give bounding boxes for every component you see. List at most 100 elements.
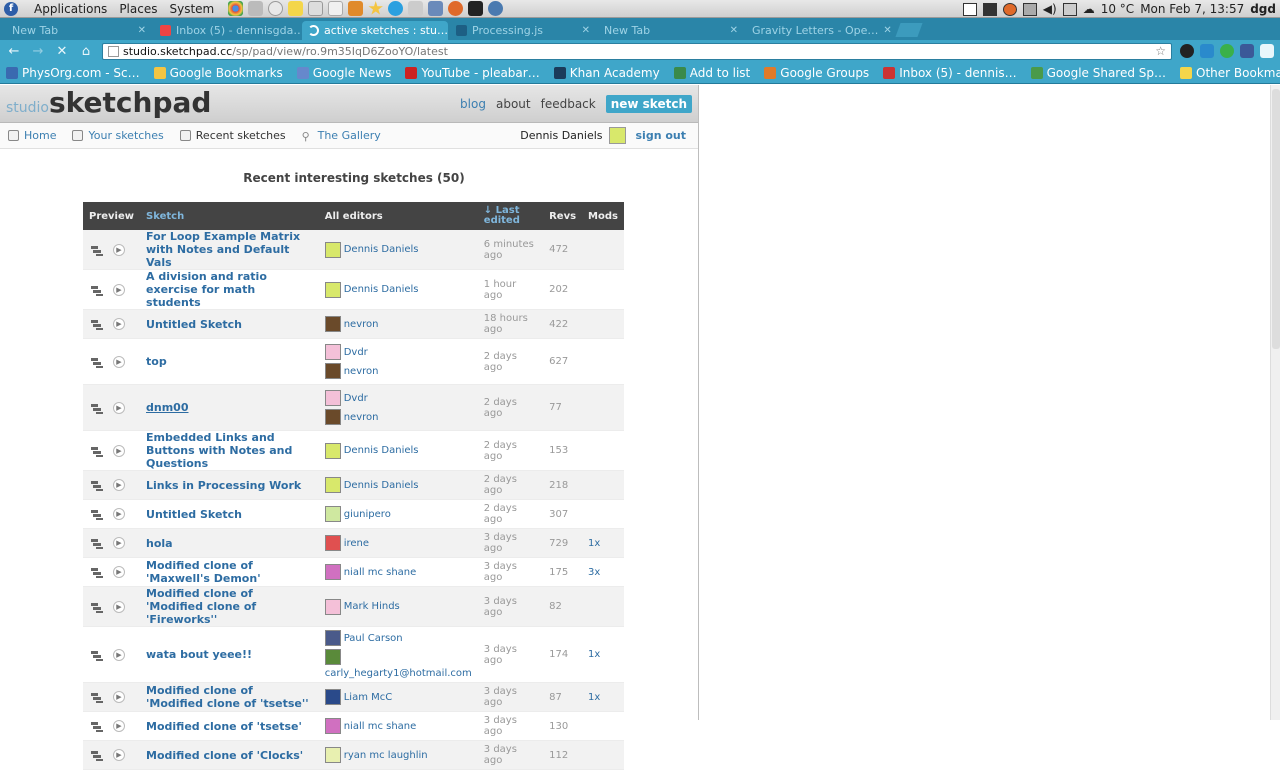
workspace-2-icon[interactable] bbox=[982, 2, 997, 16]
sketch-link[interactable]: Modified clone of 'Maxwell's Demon' bbox=[146, 559, 261, 585]
mods-cell[interactable] bbox=[582, 338, 624, 385]
play-icon[interactable]: ▶ bbox=[113, 444, 125, 457]
text-editor-launcher-icon[interactable] bbox=[308, 1, 324, 16]
feedback-link[interactable]: feedback bbox=[541, 97, 596, 111]
back-arrow-icon[interactable]: ← bbox=[6, 44, 22, 59]
nav-home[interactable]: Home bbox=[8, 129, 56, 142]
table-row[interactable]: ▶ Untitled Sketch giunipero 2 days ago 307 bbox=[83, 499, 624, 529]
distro-logo-icon[interactable]: f bbox=[4, 1, 18, 16]
chrome-launcher-icon[interactable] bbox=[228, 1, 244, 16]
menu-system[interactable]: System bbox=[169, 2, 214, 16]
weather-icon[interactable]: ☁ bbox=[1083, 2, 1095, 16]
facebook-extension-icon[interactable] bbox=[1240, 44, 1254, 58]
table-row[interactable]: ▶ Modified clone of 'Modified clone of 'F… bbox=[83, 586, 624, 627]
blog-link[interactable]: blog bbox=[460, 97, 486, 111]
mods-cell[interactable] bbox=[582, 711, 624, 741]
sketch-fork-icon[interactable] bbox=[89, 565, 105, 579]
bookmark-khan-academy[interactable]: Khan Academy bbox=[553, 66, 660, 80]
col-sketch[interactable]: Sketch bbox=[140, 202, 319, 230]
tab-processingjs[interactable]: Processing.js ✕ bbox=[450, 21, 596, 40]
play-icon[interactable]: ▶ bbox=[113, 691, 125, 703]
battery-icon[interactable] bbox=[1022, 2, 1037, 16]
close-tab-icon[interactable]: ✕ bbox=[730, 25, 738, 36]
play-icon[interactable]: ▶ bbox=[113, 283, 125, 296]
bookmark-youtube[interactable]: YouTube - pleabar… bbox=[405, 66, 540, 80]
mods-cell[interactable] bbox=[582, 499, 624, 529]
tab-new-tab-2[interactable]: New Tab ✕ bbox=[598, 21, 744, 40]
play-icon[interactable]: ▶ bbox=[113, 600, 125, 613]
tab-active-sketches[interactable]: active sketches : stu…✕ bbox=[302, 21, 448, 40]
clock[interactable]: Mon Feb 7, 13:57 bbox=[1140, 2, 1244, 16]
mods-cell[interactable] bbox=[582, 740, 624, 770]
close-tab-icon[interactable]: ✕ bbox=[138, 25, 146, 36]
editor-entry[interactable]: Dennis Daniels bbox=[324, 477, 472, 493]
editor-entry[interactable]: nevron bbox=[324, 363, 472, 379]
bookmark-add-to-list[interactable]: Add to list bbox=[673, 66, 750, 80]
mods-cell[interactable]: 1x bbox=[582, 528, 624, 558]
editor-entry[interactable]: Liam McC bbox=[324, 689, 472, 705]
mods-cell[interactable]: 1x bbox=[582, 682, 624, 712]
skype-launcher-icon[interactable] bbox=[388, 1, 404, 16]
settings-launcher-icon[interactable] bbox=[408, 1, 424, 16]
bookmark-google-news[interactable]: Google News bbox=[296, 66, 391, 80]
mods-cell[interactable] bbox=[582, 430, 624, 471]
mods-cell[interactable] bbox=[582, 384, 624, 431]
mods-cell[interactable]: 3x bbox=[582, 557, 624, 587]
sketch-fork-icon[interactable] bbox=[89, 719, 105, 733]
mods-cell[interactable] bbox=[582, 470, 624, 500]
sketch-fork-icon[interactable] bbox=[89, 748, 105, 762]
sketch-fork-icon[interactable] bbox=[89, 648, 105, 662]
username[interactable]: dgd bbox=[1250, 2, 1276, 16]
table-row[interactable]: ▶ top Dvdr nevron 2 days ago 627 bbox=[83, 338, 624, 385]
nav-your-sketches[interactable]: Your sketches bbox=[72, 129, 164, 142]
wrench-menu-icon[interactable] bbox=[1260, 44, 1274, 58]
editor-entry[interactable]: carly_hegarty1@hotmail.com bbox=[324, 649, 472, 679]
nav-the-gallery[interactable]: ⚲ The Gallery bbox=[302, 129, 381, 143]
terminal-launcher-icon[interactable] bbox=[468, 1, 484, 16]
table-row[interactable]: ▶ Modified clone of 'tsetse' niall mc shan… bbox=[83, 711, 624, 741]
editor-entry[interactable]: irene bbox=[324, 535, 472, 551]
extension-sync-icon[interactable] bbox=[1220, 44, 1234, 58]
editor-entry[interactable]: niall mc shane bbox=[324, 718, 472, 734]
new-sketch-button[interactable]: new sketch bbox=[605, 95, 692, 113]
table-row[interactable]: ▶ Modified clone of 'Modified clone of 't… bbox=[83, 682, 624, 712]
bookmark-inbox[interactable]: Inbox (5) - dennis… bbox=[883, 66, 1017, 80]
tab-gravity-letters[interactable]: Gravity Letters - Ope… ✕ bbox=[746, 21, 892, 40]
scrollbar-thumb[interactable] bbox=[1272, 89, 1280, 349]
sketch-fork-icon[interactable] bbox=[89, 478, 105, 492]
sketch-link[interactable]: wata bout yeee!! bbox=[146, 648, 252, 661]
play-icon[interactable]: ▶ bbox=[113, 508, 125, 520]
mods-cell[interactable] bbox=[582, 309, 624, 339]
sketch-fork-icon[interactable] bbox=[89, 444, 105, 458]
home-icon[interactable]: ⌂ bbox=[78, 44, 94, 59]
workspace-1-icon[interactable] bbox=[962, 2, 977, 16]
editor-entry[interactable]: nevron bbox=[324, 316, 472, 332]
table-row[interactable]: ▶ hola irene 3 days ago 729 1x bbox=[83, 528, 624, 558]
sketch-link[interactable]: Modified clone of 'Modified clone of 'Fi… bbox=[146, 587, 256, 626]
extension-dark-icon[interactable] bbox=[1180, 44, 1194, 58]
network-launcher-icon[interactable] bbox=[248, 1, 264, 16]
firefox-tray-icon[interactable] bbox=[1002, 2, 1017, 16]
mods-cell[interactable]: 1x bbox=[582, 626, 624, 683]
studio-sketchpad-logo[interactable]: studio sketchpad bbox=[6, 89, 211, 117]
play-icon[interactable]: ▶ bbox=[113, 566, 125, 578]
stop-icon[interactable]: ✕ bbox=[54, 44, 70, 59]
col-last-edited[interactable]: ↓ Last edited bbox=[477, 202, 544, 230]
table-row[interactable]: ▶ For Loop Example Matrix with Notes and … bbox=[83, 230, 624, 270]
sketch-fork-icon[interactable] bbox=[89, 283, 105, 297]
play-icon[interactable]: ▶ bbox=[113, 479, 125, 491]
firefox-launcher-icon[interactable] bbox=[448, 1, 464, 16]
sketch-link[interactable]: Embedded Links and Buttons with Notes an… bbox=[146, 431, 292, 470]
table-row[interactable]: ▶ wata bout yeee!! Paul Carson carly_hegart… bbox=[83, 626, 624, 683]
update-launcher-icon[interactable] bbox=[488, 1, 504, 16]
volume-icon[interactable]: ◀) bbox=[1043, 2, 1057, 16]
close-tab-icon[interactable]: ✕ bbox=[582, 25, 590, 36]
close-tab-icon[interactable]: ✕ bbox=[883, 25, 891, 36]
extension-blue-icon[interactable] bbox=[1200, 44, 1214, 58]
bookmark-other-folder[interactable]: Other Bookmarks bbox=[1180, 66, 1280, 80]
col-mods[interactable]: Mods bbox=[582, 202, 624, 230]
sketch-link[interactable]: Modified clone of 'Modified clone of 'ts… bbox=[146, 684, 309, 710]
menu-places[interactable]: Places bbox=[119, 2, 157, 16]
sign-out-link[interactable]: sign out bbox=[636, 129, 687, 142]
editor-entry[interactable]: Dennis Daniels bbox=[324, 281, 472, 298]
